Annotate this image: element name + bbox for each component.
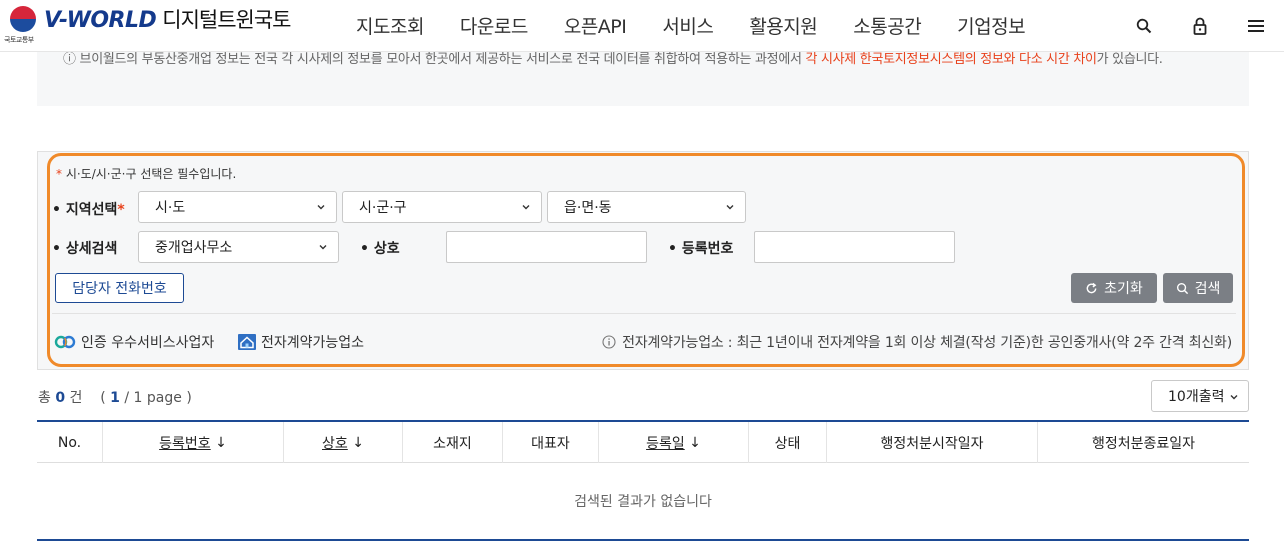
empty-message: 검색된 결과가 없습니다	[37, 463, 1249, 541]
reset-button[interactable]: 초기화	[1071, 273, 1157, 303]
search-label: 검색	[1194, 281, 1221, 297]
reset-label: 초기화	[1104, 281, 1143, 297]
sort-arrow-icon: ↓	[352, 434, 364, 451]
results-table: No. 등록번호 ↓ 상호 ↓ 소재지 대표자 등록일 ↓ 상태 행정처분시작일…	[37, 420, 1249, 541]
nav-download[interactable]: 다운로드	[460, 12, 528, 39]
name-input[interactable]	[446, 231, 647, 263]
detail-type-select[interactable]: 중개업사무소	[138, 231, 339, 263]
chevron-down-icon	[1230, 395, 1238, 400]
notice-highlight: 각 시사제 한국토지정보시스템의 정보와 다소 시간 차이	[805, 52, 1097, 67]
name-label: • 상호	[360, 241, 400, 257]
eupmyeondong-select[interactable]: 읍·면·동	[547, 191, 746, 223]
vworld-logo[interactable]: V-WORLD 디지털트윈국토	[44, 4, 292, 34]
regno-input[interactable]	[754, 231, 955, 263]
gov-name: 국토교통부	[4, 36, 34, 44]
refresh-icon	[1086, 282, 1097, 293]
detail-search-label: • 상세검색	[52, 241, 118, 257]
col-disposition-end: 행정처분종료일자	[1091, 435, 1196, 452]
search-panel: * 시·도/시·군·구 선택은 필수입니다. • 지역선택* 시·도 시·군·구…	[37, 151, 1249, 370]
top-header: 국토교통부 V-WORLD 디지털트윈국토 지도조회 다운로드 오픈API 서비스…	[0, 0, 1284, 52]
legend-certified: 인증 우수서비스사업자	[54, 332, 214, 352]
econtract-icon	[238, 334, 256, 350]
col-address: 소재지	[403, 422, 503, 463]
col-name[interactable]: 상호 ↓	[284, 422, 403, 463]
nav-company-info[interactable]: 기업정보	[957, 12, 1025, 39]
taeguk-icon	[10, 6, 36, 32]
chevron-down-icon	[319, 245, 327, 250]
chevron-down-icon	[317, 205, 325, 210]
col-regdate[interactable]: 등록일 ↓	[599, 422, 749, 463]
brand-name: V-WORLD	[44, 8, 157, 33]
panel-divider	[52, 313, 1236, 314]
certified-icon	[54, 335, 76, 349]
required-note: * 시·도/시·군·구 선택은 필수입니다.	[56, 167, 237, 181]
region-label: • 지역선택*	[52, 202, 125, 218]
notice-text: ⓘ 브이월드의 부동산중개업 정보는 전국 각 시사제의 정보를 모아서 한곳에…	[63, 52, 1163, 67]
logo-area[interactable]: 국토교통부	[4, 6, 44, 46]
search-icon	[1176, 282, 1188, 294]
col-representative: 대표자	[503, 422, 599, 463]
nav-map-view[interactable]: 지도조회	[356, 12, 424, 39]
per-page-select[interactable]: 10개출력	[1151, 380, 1249, 412]
nav-support[interactable]: 활용지원	[749, 12, 817, 39]
contact-phone-button[interactable]: 담당자 전화번호	[55, 273, 184, 303]
chevron-down-icon	[522, 205, 530, 210]
sort-arrow-icon: ↓	[215, 434, 227, 451]
search-icon[interactable]	[1116, 14, 1172, 38]
info-icon	[602, 335, 616, 349]
brand-kr: 디지털트윈국토	[162, 8, 291, 32]
result-count: 총 0 건 ( 1 / 1 page )	[38, 390, 192, 406]
col-regno[interactable]: 등록번호 ↓	[103, 422, 284, 463]
col-disposition-start: 행정처분시작일자	[827, 422, 1038, 463]
nav-service[interactable]: 서비스	[662, 12, 713, 39]
chevron-down-icon	[726, 205, 734, 210]
nav-open-api[interactable]: 오픈API	[564, 12, 627, 39]
nav-community[interactable]: 소통공간	[853, 12, 921, 39]
sido-select[interactable]: 시·도	[138, 191, 337, 223]
sigungu-select[interactable]: 시·군·구	[342, 191, 542, 223]
lock-icon[interactable]	[1172, 14, 1228, 38]
col-status: 상태	[749, 422, 827, 463]
table-header: No. 등록번호 ↓ 상호 ↓ 소재지 대표자 등록일 ↓ 상태 행정처분시작일…	[37, 420, 1249, 463]
menu-icon[interactable]	[1228, 14, 1284, 38]
government-emblem: 국토교통부	[4, 6, 44, 46]
current-page: 1	[110, 390, 120, 406]
col-no: No.	[37, 422, 103, 463]
econtract-info: 전자계약가능업소 : 최근 1년이내 전자계약을 1회 이상 체결(작성 기준)…	[602, 332, 1232, 352]
search-button[interactable]: 검색	[1163, 273, 1233, 303]
total-count: 0	[55, 390, 66, 406]
sort-arrow-icon: ↓	[689, 434, 701, 451]
legend-econtract: 전자계약가능업소	[238, 332, 364, 352]
main-nav: 지도조회 다운로드 오픈API 서비스 활용지원 소통공간 기업정보	[356, 12, 1061, 39]
header-icons	[1116, 14, 1284, 38]
regno-label: • 등록번호	[668, 241, 734, 257]
